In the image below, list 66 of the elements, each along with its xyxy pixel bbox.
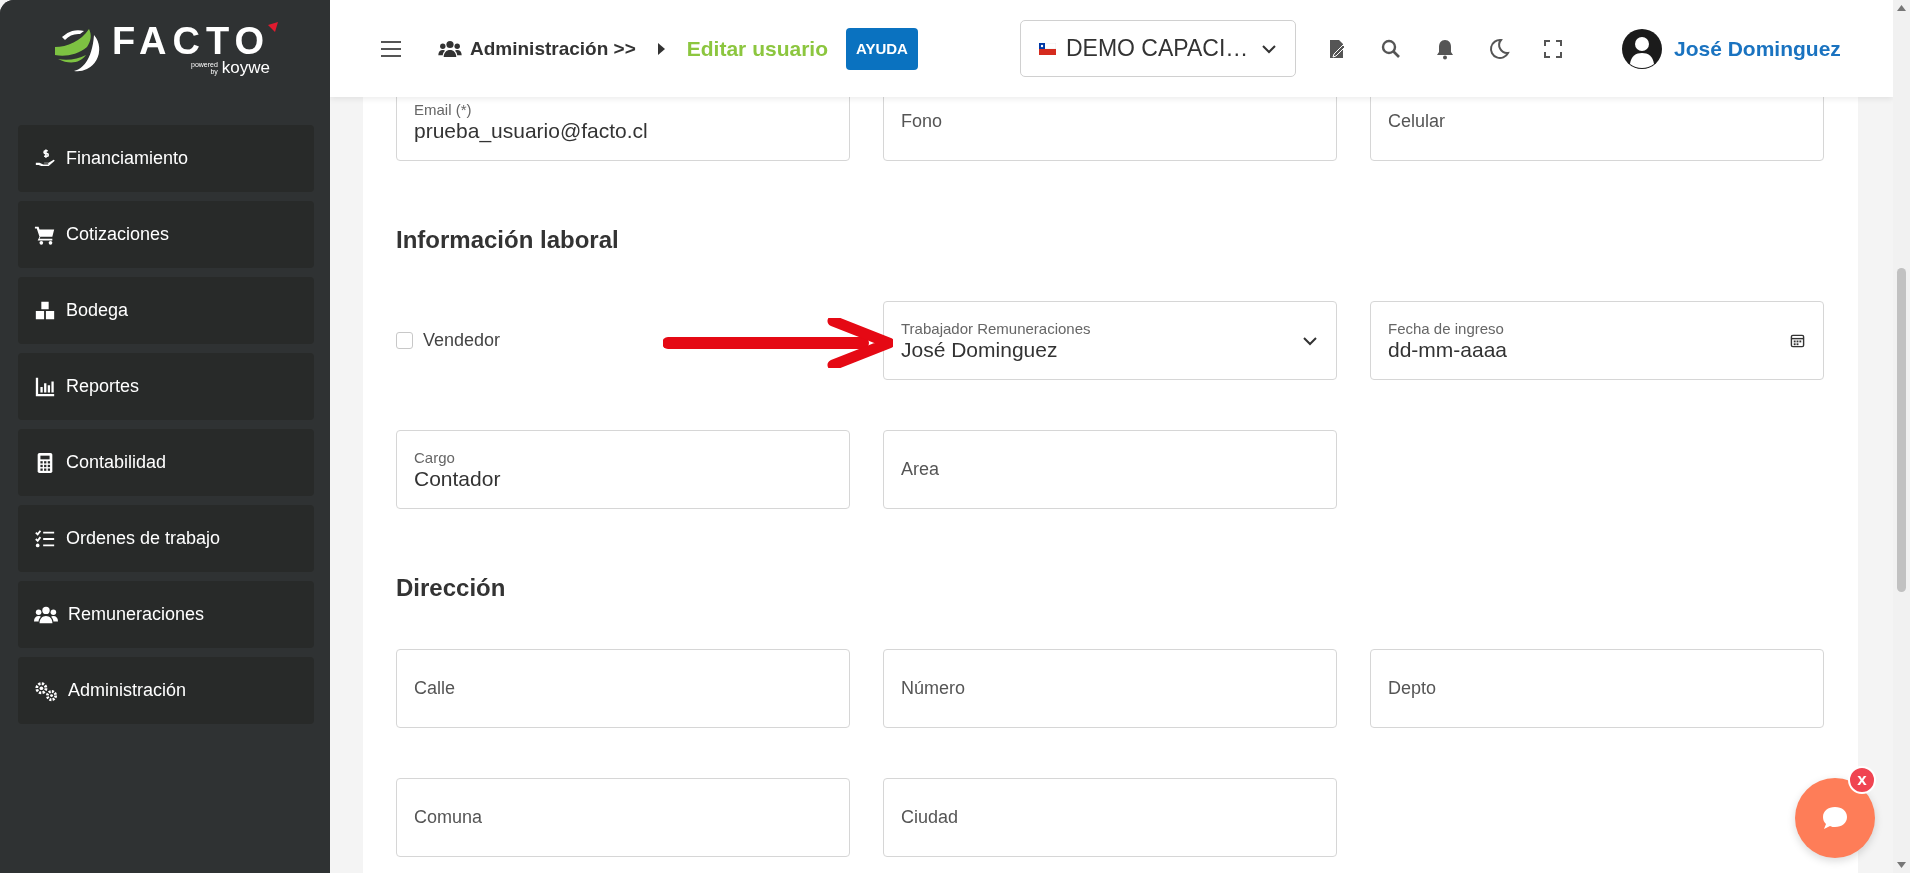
field-placeholder: Fono — [901, 111, 944, 132]
field-placeholder: Area — [901, 459, 941, 480]
people-icon — [438, 39, 462, 58]
sidebar-item[interactable]: Reportes — [18, 353, 314, 420]
checklist-icon — [34, 527, 56, 550]
scrollbar-thumb[interactable] — [1897, 268, 1906, 592]
sidebar-item[interactable]: Financiamiento — [18, 125, 314, 192]
sidebar-item[interactable]: Remuneraciones — [18, 581, 314, 648]
gears-icon — [34, 679, 58, 702]
flag-icon — [1038, 42, 1056, 55]
field-placeholder: Depto — [1388, 678, 1438, 699]
section-heading: Dirección — [396, 573, 507, 603]
close-button[interactable]: x — [1848, 766, 1876, 794]
sidebar-item[interactable]: Ordenes de trabajo — [18, 505, 314, 572]
chevron-down-icon — [1302, 335, 1318, 346]
checkbox-label: Vendedor — [423, 330, 501, 351]
chevron-down-icon — [1260, 43, 1277, 54]
menu-icon[interactable] — [380, 39, 402, 58]
user-name[interactable]: José Dominguez — [1673, 36, 1841, 61]
logo-brand: koywe — [221, 58, 271, 77]
field-label: Cargo — [414, 448, 456, 467]
moon-icon[interactable] — [1487, 37, 1510, 60]
select-field[interactable]: Trabajador Remuneraciones José Dominguez — [883, 301, 1337, 380]
input-field[interactable]: Area — [883, 430, 1337, 509]
field-value: José Dominguez — [901, 337, 1059, 362]
date-field[interactable]: Fecha de ingreso dd-mm-aaaa — [1370, 301, 1824, 380]
sidebar-item[interactable]: Contabilidad — [18, 429, 314, 496]
field-placeholder: Ciudad — [901, 807, 960, 828]
field-value: dd-mm-aaaa — [1388, 337, 1509, 362]
field-placeholder: Comuna — [414, 807, 484, 828]
input-field[interactable]: Calle — [396, 649, 850, 728]
input-field[interactable]: Cargo Contador — [396, 430, 850, 509]
sidebar-item[interactable]: Bodega — [18, 277, 314, 344]
help-button[interactable]: AYUDA — [846, 27, 918, 70]
sidebar-item[interactable]: Administración — [18, 657, 314, 724]
breadcrumb-link[interactable]: Administración >> — [470, 37, 636, 60]
field-value: Contador — [414, 466, 502, 491]
avatar-icon[interactable] — [1621, 28, 1662, 69]
calendar-icon — [1790, 333, 1805, 348]
input-field[interactable]: Celular — [1370, 97, 1824, 161]
section-heading: Información laboral — [396, 225, 620, 255]
input-field[interactable]: Email (*) prueba_usuario@facto.cl — [396, 97, 850, 161]
logo-wordmark: FACTO — [111, 20, 271, 61]
boxes-icon — [34, 299, 56, 322]
field-label: Trabajador Remuneraciones — [901, 319, 1092, 338]
input-field[interactable]: Depto — [1370, 649, 1824, 728]
chat-bubble-icon — [1821, 805, 1849, 831]
field-label: Email (*) — [414, 100, 473, 119]
field-label: Fecha de ingreso — [1388, 319, 1505, 338]
company-select[interactable]: DEMO CAPACI… — [1019, 20, 1296, 77]
input-field[interactable]: Fono — [883, 97, 1337, 161]
input-field[interactable]: Número — [883, 649, 1337, 728]
fullscreen-icon[interactable] — [1541, 37, 1564, 60]
sidebar-item[interactable]: Cotizaciones — [18, 201, 314, 268]
field-placeholder: Celular — [1388, 111, 1447, 132]
breadcrumb-current: Editar usuario — [686, 36, 828, 61]
field-placeholder: Calle — [414, 678, 457, 699]
caret-right-icon — [657, 42, 665, 55]
bar-chart-icon — [34, 375, 56, 398]
field-value: prueba_usuario@facto.cl — [414, 118, 649, 143]
field-placeholder: Número — [901, 678, 967, 699]
input-field[interactable]: Ciudad — [883, 778, 1337, 857]
checkbox[interactable] — [396, 332, 413, 349]
logo-mark-icon — [268, 22, 279, 32]
input-field[interactable]: Comuna — [396, 778, 850, 857]
search-icon[interactable] — [1379, 37, 1402, 60]
